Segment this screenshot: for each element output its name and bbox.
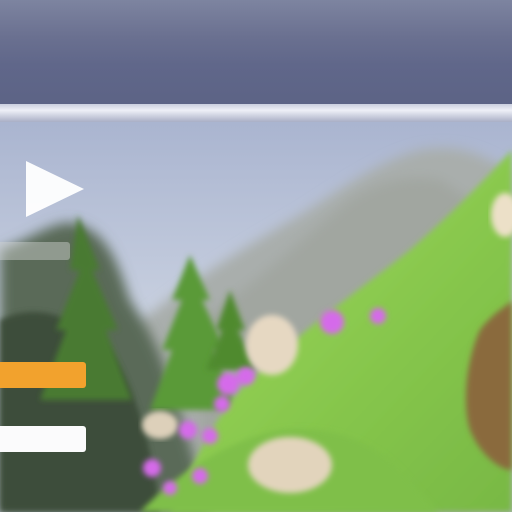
game-screen <box>0 0 512 512</box>
play-icon <box>26 161 84 217</box>
flower <box>143 459 161 477</box>
play-button[interactable] <box>18 155 90 227</box>
flower <box>370 308 386 324</box>
flower <box>320 310 344 334</box>
flower <box>237 367 255 385</box>
menu-bar-white[interactable] <box>0 426 86 452</box>
top-bar-divider <box>0 104 512 122</box>
flower <box>214 396 230 412</box>
flower <box>179 421 197 439</box>
rock <box>246 315 298 375</box>
flower <box>192 468 208 484</box>
top-bar <box>0 0 512 108</box>
menu-bar-orange[interactable] <box>0 362 86 388</box>
menu-item-faint[interactable] <box>0 242 70 260</box>
rock <box>142 411 178 439</box>
rock <box>248 437 332 493</box>
flower <box>217 373 239 395</box>
flower <box>163 481 177 495</box>
flower <box>202 428 218 444</box>
